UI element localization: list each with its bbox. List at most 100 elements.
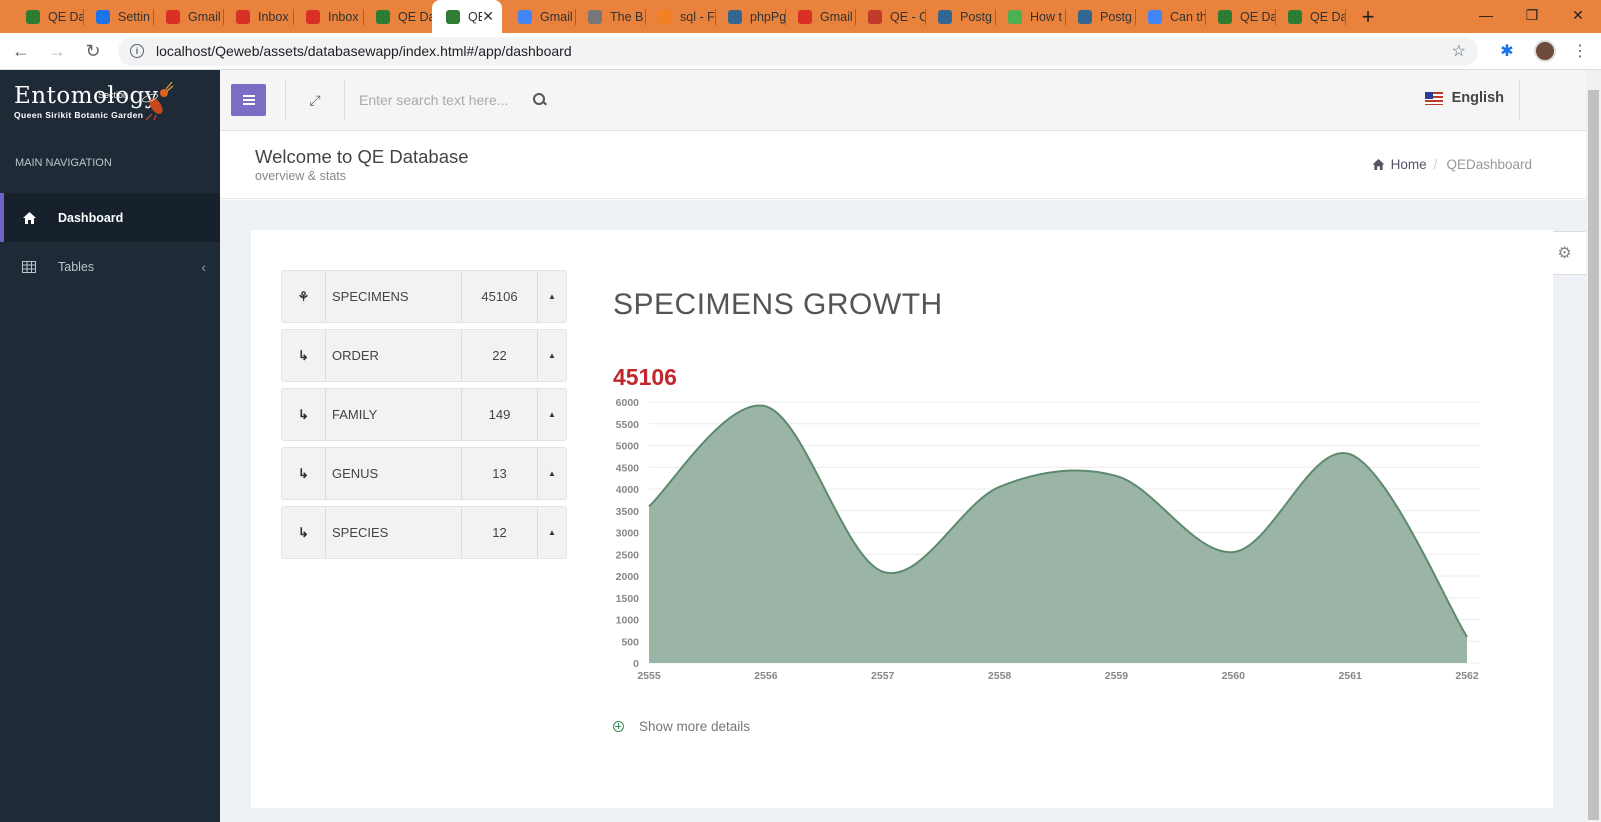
extension-puzzle-icon[interactable]: ✱ bbox=[1496, 40, 1518, 62]
fullscreen-icon[interactable]: ⤢ bbox=[305, 92, 325, 109]
y-tick-label: 1500 bbox=[616, 593, 640, 605]
browser-tab[interactable]: Settin bbox=[82, 0, 154, 33]
browser-tab[interactable]: Gmail bbox=[152, 0, 224, 33]
browser-tab[interactable]: Postg bbox=[924, 0, 996, 33]
browser-tab-label: How t bbox=[1030, 9, 1062, 24]
chevron-left-icon: ‹ bbox=[201, 258, 206, 275]
stackoverflow-icon bbox=[658, 9, 672, 24]
browser-tab-label: QE Da bbox=[48, 9, 84, 24]
level-down-icon: ↳ bbox=[282, 330, 326, 381]
browser-tab[interactable]: QE Da bbox=[362, 0, 434, 33]
search-icon[interactable] bbox=[533, 93, 547, 107]
browser-tab[interactable]: Postg bbox=[1064, 0, 1136, 33]
browser-tab[interactable]: Can th bbox=[1134, 0, 1206, 33]
table-icon bbox=[20, 260, 38, 273]
stat-label: ORDER bbox=[332, 348, 379, 363]
browser-tab[interactable]: QE - C bbox=[854, 0, 926, 33]
area-fill bbox=[649, 405, 1467, 663]
language-selector[interactable]: English bbox=[1424, 90, 1504, 106]
back-icon[interactable]: ← bbox=[6, 36, 36, 66]
browser-tab[interactable]: sql - F bbox=[644, 0, 716, 33]
bug-icon bbox=[868, 9, 882, 24]
stat-label: FAMILY bbox=[332, 407, 378, 422]
page-scrollbar[interactable] bbox=[1586, 70, 1601, 822]
plus-circle-icon bbox=[613, 721, 624, 732]
browser-tab-strip: QE Da Settin Gmail Inbox Inbox QE Da QE ✕ Gmail T… bbox=[0, 0, 1601, 33]
browser-tab[interactable]: Inbox bbox=[222, 0, 294, 33]
document-icon bbox=[588, 9, 602, 24]
bug-icon bbox=[1288, 9, 1302, 24]
browser-tab[interactable]: QE Da bbox=[12, 0, 84, 33]
dashboard-card: ⚘ SPECIMENS 45106 ▲ ↳ ORDER 22 ▲ ↳ FAMILY 149 ▲ ↳ GEN… bbox=[251, 230, 1553, 808]
browser-tab-label: Gmail bbox=[188, 9, 221, 24]
chart-title: SPECIMENS GROWTH bbox=[613, 288, 943, 321]
stat-row-order[interactable]: ↳ ORDER 22 ▲ bbox=[281, 329, 567, 382]
browser-tab[interactable]: Inbox bbox=[292, 0, 364, 33]
app-logo[interactable]: Entomology Section Queen Sirikit Botanic… bbox=[0, 70, 220, 133]
header-divider bbox=[1519, 80, 1520, 120]
language-label: English bbox=[1451, 90, 1504, 106]
forward-icon[interactable]: → bbox=[42, 36, 72, 66]
google-icon bbox=[518, 9, 532, 24]
show-more-details-link[interactable]: Show more details bbox=[613, 719, 750, 734]
browser-tab[interactable]: How t bbox=[994, 0, 1066, 33]
gmail-icon bbox=[306, 9, 320, 24]
browser-tab[interactable]: phpPg bbox=[714, 0, 786, 33]
y-tick-label: 2500 bbox=[616, 549, 640, 561]
sidebar-item-dashboard[interactable]: Dashboard bbox=[0, 193, 220, 242]
browser-tab-label: Inbox bbox=[328, 9, 359, 24]
show-more-label: Show more details bbox=[639, 719, 751, 734]
bookmark-star-icon[interactable]: ☆ bbox=[1452, 41, 1466, 61]
browser-tab[interactable]: Gmail bbox=[784, 0, 856, 33]
browser-tab[interactable]: QE Da bbox=[1274, 0, 1346, 33]
nav-heading: MAIN NAVIGATION bbox=[15, 157, 112, 169]
stat-label: SPECIES bbox=[332, 525, 389, 540]
browser-tab-label: Gmail bbox=[820, 9, 853, 24]
caret-up-icon[interactable]: ▲ bbox=[537, 507, 566, 558]
home-icon bbox=[1372, 159, 1385, 170]
breadcrumb-home[interactable]: Home bbox=[1372, 157, 1427, 172]
browser-tab-label: Postg bbox=[1100, 9, 1132, 24]
browser-tab-label: The B bbox=[610, 9, 644, 24]
stat-row-species[interactable]: ↳ SPECIES 12 ▲ bbox=[281, 506, 567, 559]
y-tick-label: 5500 bbox=[616, 419, 640, 431]
address-bar[interactable]: i localhost/Qeweb/assets/databasewapp/in… bbox=[118, 36, 1478, 66]
close-tab-icon[interactable]: ✕ bbox=[482, 8, 494, 25]
restore-icon[interactable]: ❐ bbox=[1509, 0, 1555, 30]
browser-tab[interactable]: QE Da bbox=[1204, 0, 1276, 33]
bug-icon bbox=[1218, 9, 1232, 24]
browser-tab[interactable]: Gmail bbox=[504, 0, 576, 33]
close-window-icon[interactable]: ✕ bbox=[1555, 0, 1601, 30]
y-tick-label: 0 bbox=[633, 658, 639, 670]
caret-up-icon[interactable]: ▲ bbox=[537, 448, 566, 499]
sidebar-item-tables[interactable]: Tables ‹ bbox=[0, 242, 220, 291]
browser-tab-label: Settin bbox=[118, 9, 150, 24]
info-icon[interactable]: i bbox=[130, 44, 144, 58]
search-input[interactable] bbox=[359, 92, 529, 108]
minimize-icon[interactable]: — bbox=[1463, 0, 1509, 30]
chart-total: 45106 bbox=[613, 364, 677, 390]
home-icon bbox=[20, 211, 38, 224]
browser-tab-label: Inbox bbox=[258, 9, 289, 24]
caret-up-icon[interactable]: ▲ bbox=[537, 330, 566, 381]
stat-row-specimens[interactable]: ⚘ SPECIMENS 45106 ▲ bbox=[281, 270, 567, 323]
caret-up-icon[interactable]: ▲ bbox=[537, 389, 566, 440]
sidebar-item-label: Tables bbox=[58, 259, 95, 274]
reload-icon[interactable]: ↻ bbox=[78, 36, 108, 66]
sidebar-item-label: Dashboard bbox=[58, 210, 124, 225]
y-tick-label: 3500 bbox=[616, 506, 640, 518]
caret-up-icon[interactable]: ▲ bbox=[537, 271, 566, 322]
browser-tab[interactable]: The B bbox=[574, 0, 646, 33]
postgres-icon bbox=[938, 9, 952, 24]
stat-row-family[interactable]: ↳ FAMILY 149 ▲ bbox=[281, 388, 567, 441]
page-title: Welcome to QE Database bbox=[255, 146, 469, 167]
browser-menu-icon[interactable]: ⋮ bbox=[1572, 41, 1588, 61]
sidebar: Entomology Section Queen Sirikit Botanic… bbox=[0, 70, 220, 822]
menu-toggle-button[interactable] bbox=[231, 84, 266, 116]
browser-tab-label: QE Da bbox=[1240, 9, 1276, 24]
new-tab-button[interactable]: + bbox=[1350, 0, 1386, 33]
bug-icon bbox=[446, 9, 460, 24]
stat-row-genus[interactable]: ↳ GENUS 13 ▲ bbox=[281, 447, 567, 500]
browser-tab[interactable]: QE ✕ bbox=[432, 0, 502, 33]
profile-avatar[interactable] bbox=[1534, 40, 1556, 62]
